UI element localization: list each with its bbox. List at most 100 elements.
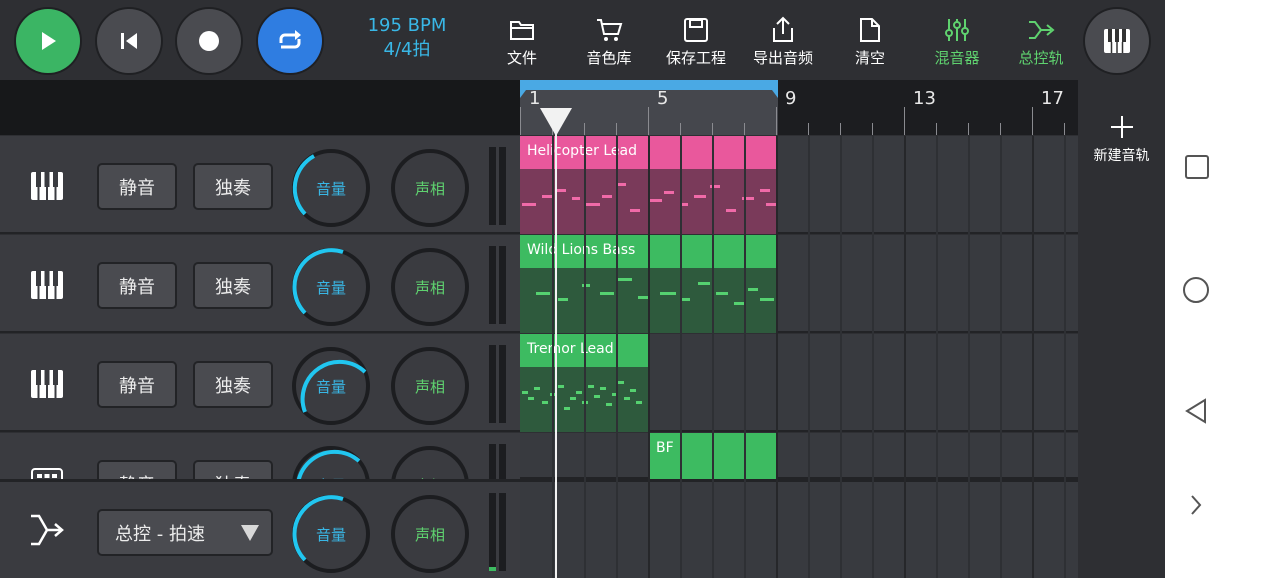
volume-knob[interactable]: 音量 xyxy=(291,148,371,228)
save-project-button[interactable]: 保存工程 xyxy=(656,16,736,68)
rewind-button[interactable] xyxy=(97,9,161,73)
solo-button[interactable]: 独奏 xyxy=(193,361,273,408)
ruler-marker-13: 13 xyxy=(913,88,936,109)
sound-library-button[interactable]: 音色库 xyxy=(569,16,649,68)
level-meter-left xyxy=(489,147,496,225)
midi-note xyxy=(522,391,528,394)
midi-note xyxy=(542,401,548,404)
clip[interactable]: Tremor Lead xyxy=(520,334,649,432)
mute-button[interactable]: 静音 xyxy=(97,361,177,408)
midi-note xyxy=(694,195,706,198)
export-icon xyxy=(773,16,793,42)
beat-line xyxy=(744,169,745,234)
midi-note xyxy=(660,292,676,295)
pan-knob[interactable]: 声相 xyxy=(390,247,470,327)
home-circle-icon[interactable] xyxy=(1182,276,1210,304)
volume-knob[interactable]: 音量 xyxy=(291,247,371,327)
master-track-lane[interactable] xyxy=(520,479,1078,578)
piano-keys-icon[interactable] xyxy=(27,265,67,305)
playhead-handle[interactable] xyxy=(540,108,572,136)
record-button[interactable] xyxy=(177,9,241,73)
midi-note xyxy=(572,197,580,200)
midi-note xyxy=(734,302,744,305)
ruler-tick xyxy=(936,123,937,135)
clip[interactable]: Wild Lions Bass xyxy=(520,235,778,333)
clear-button[interactable]: 清空 xyxy=(830,16,910,68)
ruler-tick xyxy=(648,107,649,135)
piano-keys-icon[interactable] xyxy=(27,364,67,404)
record-icon xyxy=(199,31,219,51)
midi-note xyxy=(716,292,728,295)
loop-button[interactable] xyxy=(258,9,322,73)
folder-icon xyxy=(510,21,534,40)
track-lane-2[interactable]: Wild Lions Bass xyxy=(520,235,1078,333)
plus-icon xyxy=(1110,116,1133,138)
ruler-tick xyxy=(776,107,777,135)
chevron-right-icon[interactable] xyxy=(1187,493,1205,517)
level-meter-right xyxy=(499,246,506,324)
piano-keys-icon xyxy=(1104,29,1130,53)
clip-name: Wild Lions Bass xyxy=(520,235,778,268)
file-button[interactable]: 文件 xyxy=(482,16,562,68)
beat-line xyxy=(616,169,617,234)
master-track-button[interactable]: 总控轨 xyxy=(1001,16,1081,68)
mute-button[interactable]: 静音 xyxy=(97,163,177,210)
solo-button[interactable]: 独奏 xyxy=(193,262,273,309)
midi-note xyxy=(616,183,626,186)
clip[interactable]: BF xyxy=(649,433,778,479)
volume-knob[interactable]: 音量 xyxy=(291,346,371,426)
timeline-ruler[interactable]: 1 5 9 13 17 xyxy=(520,80,1078,135)
recents-square-icon[interactable] xyxy=(1184,154,1210,180)
top-toolbar: 195 BPM 4/4拍 文件 音色库 保存工程 导出音频 清空 混音器 总控轨 xyxy=(0,0,1165,80)
midi-note xyxy=(542,195,552,198)
track-lane-1[interactable]: Helicopter Lead xyxy=(520,136,1078,234)
midi-note xyxy=(564,407,570,410)
clip[interactable]: Helicopter Lead xyxy=(520,136,778,234)
ruler-tick xyxy=(808,123,809,135)
pan-knob[interactable]: 声相 xyxy=(390,346,470,426)
beat-line xyxy=(712,169,713,234)
midi-note xyxy=(602,195,612,198)
ruler-tick xyxy=(712,123,713,135)
midi-note xyxy=(528,397,534,400)
clip-name: Tremor Lead xyxy=(520,334,649,367)
midi-note xyxy=(636,401,642,404)
export-audio-button[interactable]: 导出音频 xyxy=(743,16,823,68)
volume-label: 音量 xyxy=(315,525,346,544)
midi-note xyxy=(760,189,770,192)
new-track-button[interactable]: 新建音轨 xyxy=(1078,113,1165,165)
play-button[interactable] xyxy=(16,9,80,73)
playhead-line[interactable] xyxy=(555,108,557,578)
ruler-tick xyxy=(1064,123,1065,135)
mute-button[interactable]: 静音 xyxy=(97,262,177,309)
beat-line xyxy=(552,367,553,432)
midi-note xyxy=(582,401,588,404)
ruler-tick xyxy=(520,107,521,135)
piano-keys-icon[interactable] xyxy=(27,166,67,206)
ruler-tick xyxy=(968,123,969,135)
master-pan-knob[interactable]: 声相 xyxy=(390,494,470,574)
track-lane-4[interactable]: BF xyxy=(520,433,1078,479)
ruler-tick xyxy=(872,123,873,135)
ruler-tick xyxy=(840,123,841,135)
tempo-display[interactable]: 195 BPM 4/4拍 xyxy=(355,14,459,62)
master-selector-dropdown[interactable]: 总控 - 拍速 xyxy=(97,509,273,556)
back-triangle-icon[interactable] xyxy=(1183,397,1209,425)
midi-note xyxy=(618,278,632,281)
keyboard-button[interactable] xyxy=(1085,9,1149,73)
solo-button[interactable]: 独奏 xyxy=(193,163,273,210)
volume-label: 音量 xyxy=(315,179,346,198)
track-lane-3[interactable]: Tremor Lead xyxy=(520,334,1078,432)
beat-line xyxy=(616,367,617,432)
beat-line xyxy=(584,169,585,234)
clear-label: 清空 xyxy=(854,49,885,67)
master-volume-knob[interactable]: 音量 xyxy=(291,494,371,574)
master-level-meter xyxy=(489,493,496,571)
midi-note xyxy=(664,191,674,194)
pan-knob[interactable]: 声相 xyxy=(390,148,470,228)
midi-note xyxy=(760,298,774,301)
mixer-button[interactable]: 混音器 xyxy=(917,16,997,68)
ruler-marker-9: 9 xyxy=(785,88,797,109)
master-track-label: 总控轨 xyxy=(1018,49,1064,67)
volume-label: 音量 xyxy=(315,278,346,297)
